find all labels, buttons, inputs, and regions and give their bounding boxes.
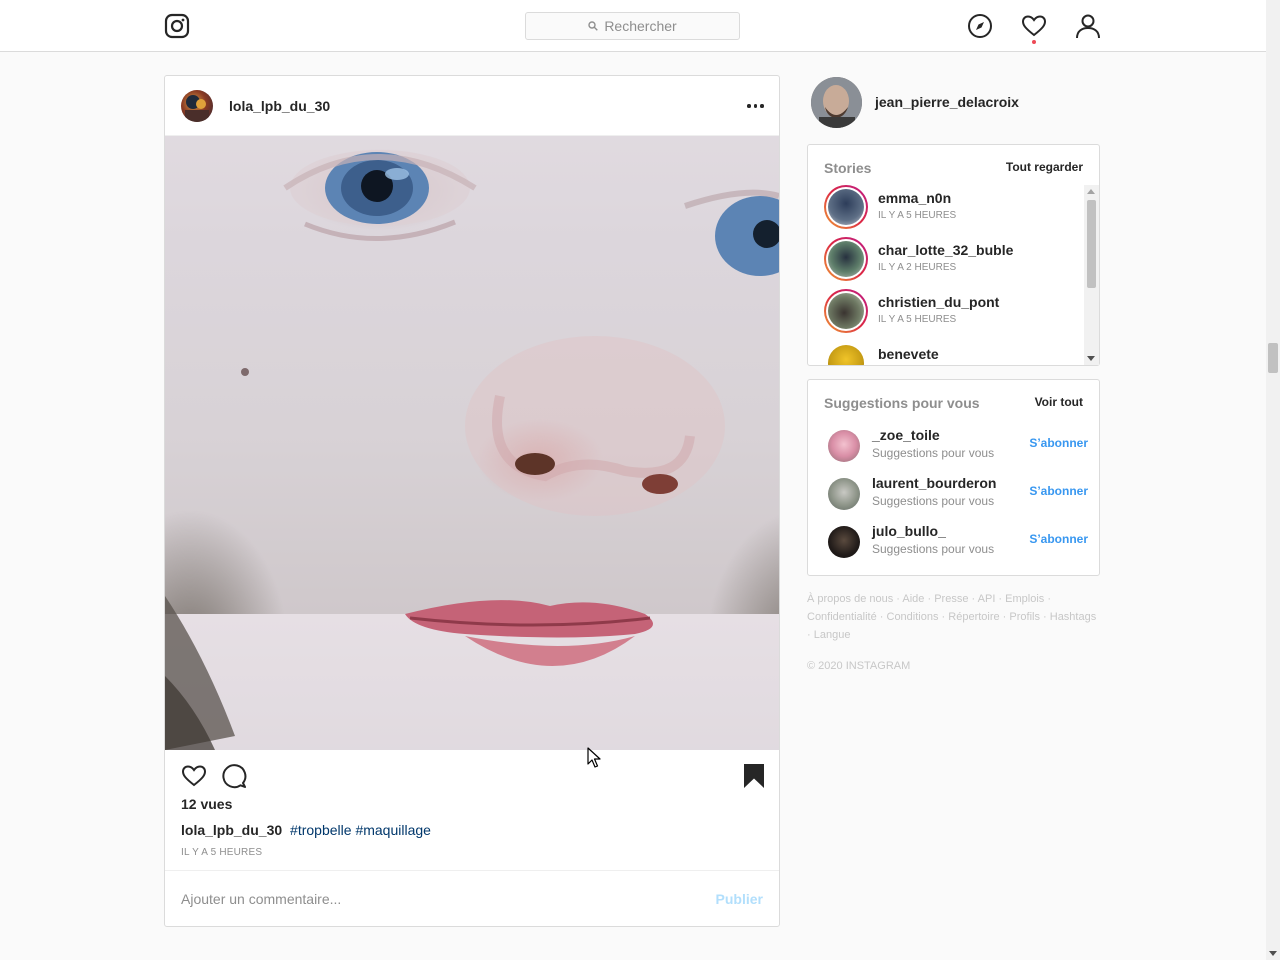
suggestion-subtitle: Suggestions pour vous [872, 446, 995, 460]
story-item[interactable]: emma_n0n IL Y A 5 HEURES [824, 185, 1084, 231]
scroll-down-arrow-icon[interactable] [1087, 356, 1095, 361]
heart-icon[interactable] [1021, 13, 1047, 39]
footer-link[interactable]: Emplois [1005, 593, 1044, 605]
page-scrollbar[interactable] [1266, 0, 1280, 960]
suggestion-subtitle: Suggestions pour vous [872, 542, 995, 556]
story-ring [824, 185, 868, 229]
suggestion-username[interactable]: laurent_bourderon [872, 475, 996, 491]
stories-scrollbar[interactable] [1084, 185, 1099, 365]
post-author-username[interactable]: lola_lpb_du_30 [229, 98, 330, 114]
story-time: IL Y A 5 HEURES [878, 210, 957, 221]
footer-link[interactable]: Presse [934, 593, 968, 605]
post-caption: lola_lpb_du_30 #tropbelle #maquillage [181, 822, 431, 838]
compass-icon[interactable] [967, 13, 993, 39]
story-item[interactable]: char_lotte_32_buble IL Y A 2 HEURES [824, 237, 1084, 283]
footer-link[interactable]: API [978, 593, 996, 605]
suggestion-username[interactable]: _zoe_toile [872, 427, 940, 443]
footer-link[interactable]: Langue [814, 629, 851, 641]
hashtag-link[interactable]: #maquillage [355, 822, 431, 838]
scroll-down-arrow-icon[interactable] [1269, 951, 1277, 956]
story-username: benevete [878, 346, 939, 362]
comment-bubble-icon[interactable] [221, 763, 247, 789]
stories-title: Stories [824, 160, 872, 176]
page-scrollbar-thumb[interactable] [1268, 343, 1278, 373]
search-placeholder: Rechercher [604, 18, 677, 34]
story-username: emma_n0n [878, 190, 952, 206]
see-all-suggestions-link[interactable]: Voir tout [1035, 395, 1083, 409]
copyright: © 2020 INSTAGRAM [807, 660, 911, 672]
notification-dot [1032, 40, 1036, 44]
suggestion-avatar[interactable] [828, 526, 860, 558]
stories-panel: Stories Tout regarder emma_n0n IL Y A 5 … [807, 144, 1100, 366]
bookmark-icon[interactable] [741, 763, 767, 789]
profile-icon[interactable] [1075, 13, 1101, 39]
story-avatar [828, 189, 864, 225]
suggestion-item: julo_bullo_ Suggestions pour vous S’abon… [828, 522, 1088, 566]
hashtag-link[interactable]: #tropbelle [290, 822, 352, 838]
suggestions-title: Suggestions pour vous [824, 395, 980, 411]
suggestion-avatar[interactable] [828, 430, 860, 462]
suggestion-subtitle: Suggestions pour vous [872, 494, 995, 508]
my-avatar[interactable] [811, 77, 862, 128]
post-timestamp[interactable]: IL Y A 5 HEURES [181, 847, 262, 858]
follow-button[interactable]: S’abonner [1029, 436, 1088, 450]
see-all-stories-link[interactable]: Tout regarder [1006, 160, 1083, 174]
suggestion-avatar[interactable] [828, 478, 860, 510]
like-heart-icon[interactable] [181, 763, 207, 789]
story-avatar [828, 241, 864, 277]
suggestion-username[interactable]: julo_bullo_ [872, 523, 946, 539]
story-list: emma_n0n IL Y A 5 HEURES char_lotte_32_b… [808, 185, 1084, 365]
post-actions [165, 750, 779, 800]
caption-username[interactable]: lola_lpb_du_30 [181, 822, 282, 838]
suggestion-item: laurent_bourderon Suggestions pour vous … [828, 474, 1088, 518]
publish-button[interactable]: Publier [716, 891, 763, 907]
footer-link[interactable]: Aide [902, 593, 924, 605]
story-time: IL Y A 2 HEURES [878, 262, 957, 273]
story-ring [824, 237, 868, 281]
follow-button[interactable]: S’abonner [1029, 532, 1088, 546]
post-photo[interactable] [165, 136, 779, 750]
follow-button[interactable]: S’abonner [1029, 484, 1088, 498]
comment-input[interactable]: Ajouter un commentaire... [181, 891, 341, 907]
top-navigation: Rechercher [0, 0, 1266, 52]
footer-links: À propos de nous · Aide · Presse · API ·… [807, 593, 1097, 641]
footer-link[interactable]: Répertoire [948, 611, 999, 623]
feed-post: lola_lpb_du_30 12 vues lola_lpb_du_30 #t… [164, 75, 780, 927]
story-item[interactable]: christien_du_pont IL Y A 5 HEURES [824, 289, 1084, 335]
story-time: IL Y A 5 HEURES [878, 314, 957, 325]
suggestions-panel: Suggestions pour vous Voir tout _zoe_toi… [807, 379, 1100, 576]
scroll-up-arrow-icon[interactable] [1087, 189, 1095, 194]
story-avatar [828, 345, 864, 365]
footer-link[interactable]: Confidentialité [807, 611, 877, 623]
comment-form: Ajouter un commentaire... Publier [165, 870, 779, 926]
more-options-icon[interactable] [747, 104, 764, 108]
story-item[interactable]: benevete [824, 341, 1084, 365]
story-username: christien_du_pont [878, 294, 1000, 310]
search-input[interactable]: Rechercher [525, 12, 740, 40]
scrollbar-thumb[interactable] [1087, 200, 1096, 288]
story-avatar [828, 293, 864, 329]
my-username[interactable]: jean_pierre_delacroix [875, 94, 1019, 110]
footer-link[interactable]: Conditions [887, 611, 939, 623]
mouse-cursor-icon [587, 747, 601, 774]
story-ring [824, 289, 868, 333]
view-count[interactable]: 12 vues [181, 796, 232, 812]
instagram-logo-icon[interactable] [164, 13, 190, 39]
footer-link[interactable]: À propos de nous [807, 593, 893, 605]
story-username: char_lotte_32_buble [878, 242, 1014, 258]
post-header: lola_lpb_du_30 [165, 76, 779, 136]
post-author-avatar[interactable] [181, 90, 213, 122]
search-icon [588, 21, 599, 31]
suggestion-item: _zoe_toile Suggestions pour vous S’abonn… [828, 426, 1088, 470]
footer-link[interactable]: Profils [1009, 611, 1040, 623]
story-ring [824, 341, 868, 365]
footer-link[interactable]: Hashtags [1050, 611, 1096, 623]
